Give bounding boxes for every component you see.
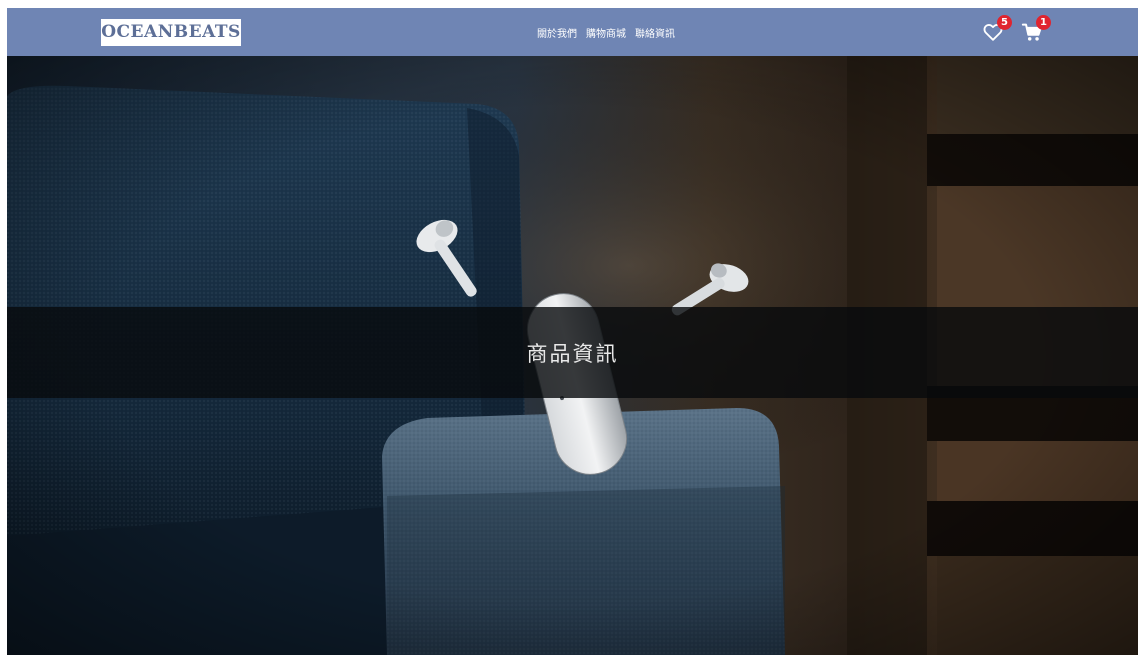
page-title-banner: 商品資訊 xyxy=(7,307,1138,398)
wishlist-button[interactable]: 5 xyxy=(982,15,1012,43)
navbar: OCEANBEATS 關於我們 購物商城 聯絡資訊 5 1 xyxy=(7,8,1138,56)
nav-link-contact[interactable]: 聯絡資訊 xyxy=(635,25,675,40)
nav-link-shop[interactable]: 購物商城 xyxy=(586,25,626,40)
nav-link-about[interactable]: 關於我們 xyxy=(537,25,577,40)
nav-links: 關於我們 購物商城 聯絡資訊 xyxy=(537,8,675,56)
page-title: 商品資訊 xyxy=(526,341,619,366)
logo[interactable]: OCEANBEATS xyxy=(101,19,241,46)
cart-count-badge: 1 xyxy=(1036,15,1051,30)
cart-button[interactable]: 1 xyxy=(1021,15,1051,43)
wishlist-count-badge: 5 xyxy=(997,15,1012,30)
page-frame: OCEANBEATS 關於我們 購物商城 聯絡資訊 5 1 商品資訊 xyxy=(7,8,1138,655)
